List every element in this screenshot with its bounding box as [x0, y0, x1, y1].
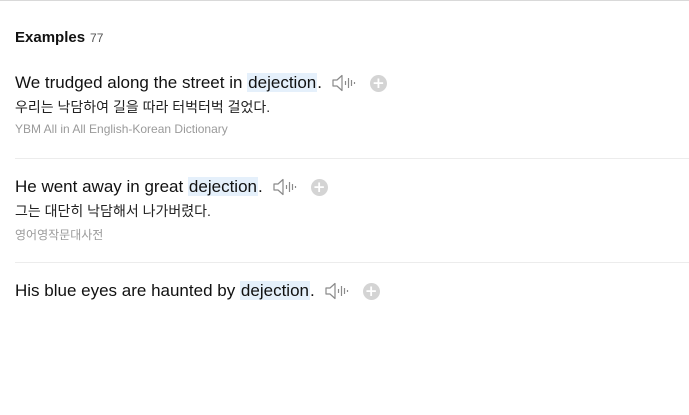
example-sentence-line: His blue eyes are haunted by dejection. …: [15, 279, 689, 303]
example-item: We trudged along the street in dejection…: [15, 71, 689, 136]
examples-header: Examples 77: [15, 29, 103, 46]
sentence-text-after: .: [257, 177, 263, 196]
highlighted-keyword[interactable]: dejection: [247, 73, 318, 92]
example-sentence: He went away in great dejection.: [15, 177, 263, 197]
examples-count: 77: [90, 31, 104, 45]
example-translation: 그는 대단히 낙담해서 나가버렸다.: [15, 203, 211, 219]
speaker-icon[interactable]: [272, 177, 297, 197]
example-source[interactable]: 영어영작문대사전: [15, 226, 689, 243]
highlighted-keyword[interactable]: dejection: [239, 281, 310, 300]
examples-title: Examples: [15, 29, 86, 46]
example-sentence: His blue eyes are haunted by dejection.: [15, 281, 315, 301]
sentence-text-after: .: [317, 73, 322, 92]
example-divider: [15, 158, 689, 159]
example-source[interactable]: YBM All in All English-Korean Dictionary: [15, 122, 689, 136]
highlighted-keyword[interactable]: dejection: [187, 177, 258, 196]
example-item: He went away in great dejection. + 그는 대단…: [15, 175, 689, 243]
speaker-icon[interactable]: [331, 73, 356, 93]
example-sentence-line: We trudged along the street in dejection…: [15, 71, 689, 95]
sentence-text-before: We trudged along the street in: [15, 73, 248, 92]
sentence-text-before: His blue eyes are haunted by: [15, 281, 240, 300]
example-translation: 우리는 낙담하여 길을 따라 터벅터벅 걸었다.: [15, 99, 271, 115]
add-icon[interactable]: +: [369, 74, 387, 92]
example-sentence-line: He went away in great dejection. +: [15, 175, 689, 199]
sentence-text-before: He went away in great: [15, 177, 188, 196]
sentence-text-after: .: [309, 281, 315, 300]
add-icon[interactable]: +: [362, 282, 380, 300]
speaker-icon[interactable]: [324, 281, 349, 301]
add-icon[interactable]: +: [310, 178, 328, 196]
example-item: His blue eyes are haunted by dejection. …: [15, 279, 689, 303]
top-divider: [0, 0, 689, 1]
example-divider: [15, 262, 689, 263]
example-sentence: We trudged along the street in dejection…: [15, 73, 322, 93]
